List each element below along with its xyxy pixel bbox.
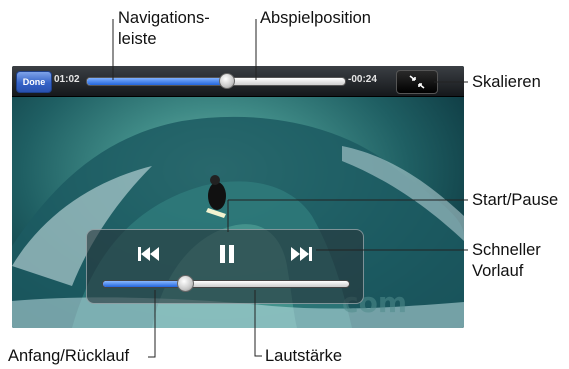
volume-slider[interactable]	[102, 275, 350, 292]
previous-button[interactable]	[134, 242, 164, 266]
navigation-callout: Navigations- leiste	[118, 8, 210, 50]
previous-icon	[138, 247, 159, 261]
scrubber-progress	[87, 78, 227, 85]
done-button[interactable]: Done	[16, 71, 52, 93]
pause-icon	[220, 245, 234, 263]
playhead-callout: Abspielposition	[260, 9, 371, 27]
scale-button[interactable]	[396, 70, 438, 94]
video-screen[interactable]: Done 01:02 -00:24 com	[12, 66, 464, 328]
next-button[interactable]	[286, 242, 316, 266]
scale-callout: Skalieren	[472, 73, 541, 91]
remaining-time: -00:24	[348, 74, 377, 85]
play-pause-button[interactable]	[212, 242, 242, 266]
fast-forward-callout: Schneller Vorlauf	[472, 240, 541, 282]
volume-thumb[interactable]	[177, 275, 195, 292]
navigation-callout-line2: leiste	[118, 30, 157, 48]
navigation-callout-line1: Navigations-	[118, 9, 210, 27]
fast-forward-callout-line1: Schneller	[472, 241, 541, 259]
volume-callout: Lautstärke	[265, 347, 343, 365]
play-pause-callout: Start/Pause	[472, 191, 559, 209]
next-icon	[291, 247, 312, 261]
elapsed-time: 01:02	[54, 74, 80, 85]
navigation-bar: Done 01:02 -00:24	[12, 66, 464, 97]
volume-level	[103, 281, 185, 287]
fast-forward-callout-line2: Vorlauf	[472, 262, 524, 280]
playback-controls	[86, 229, 364, 304]
playhead[interactable]	[219, 73, 236, 89]
rewind-callout: Anfang/Rücklauf	[8, 347, 130, 365]
scale-icon	[409, 75, 425, 89]
scrubber-bar[interactable]	[86, 73, 346, 89]
